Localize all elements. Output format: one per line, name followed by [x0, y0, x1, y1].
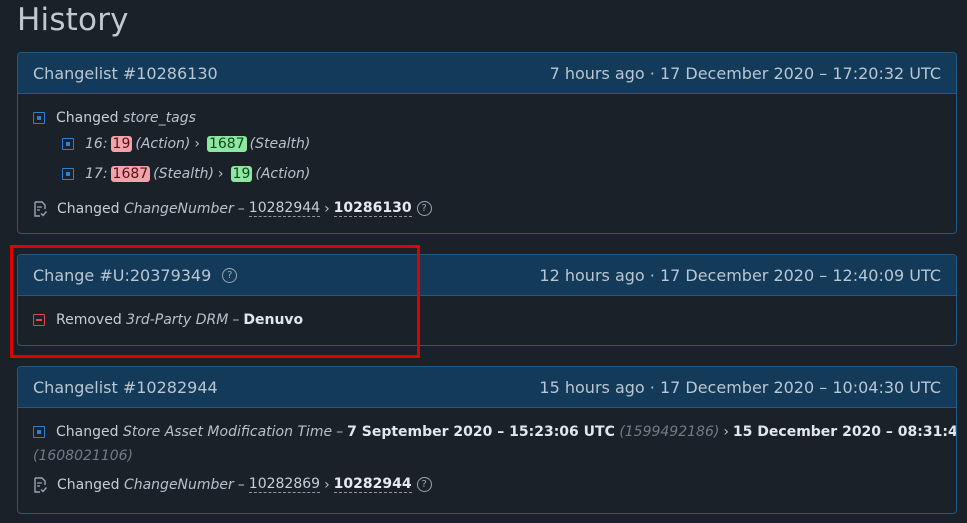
- change-subrow: 17: 1687 (Stealth) › 19 (Action): [62, 166, 310, 182]
- arrow-icon: ›: [217, 166, 224, 182]
- change-prefix: Changed: [56, 110, 119, 126]
- change-key: ChangeNumber: [123, 200, 234, 217]
- changelist-title-link[interactable]: Changelist #10286130: [33, 64, 218, 83]
- history-card-change-u-20379349: Change #U:20379349 ? 12 hours ago · 17 D…: [17, 254, 957, 346]
- card-header: Changelist #10282944 15 hours ago · 17 D…: [18, 367, 956, 408]
- dash: –: [237, 476, 245, 493]
- removed-icon: [33, 314, 45, 326]
- change-prefix: Removed: [56, 312, 122, 328]
- change-key: 3rd-Party DRM: [126, 312, 229, 328]
- tag-index: 16:: [85, 136, 108, 152]
- removed-row: Removed 3rd-Party DRM – Denuvo: [33, 312, 303, 328]
- changed-icon: [62, 138, 74, 150]
- old-tag-label: (Action): [135, 136, 191, 152]
- document-check-icon: [34, 200, 47, 217]
- new-changenumber-link[interactable]: 10286130: [333, 200, 412, 217]
- new-tag-badge: 1687: [206, 136, 247, 152]
- arrow-icon: ›: [324, 200, 330, 217]
- old-tag-label: (Stealth): [153, 166, 214, 182]
- old-tag-badge: 19: [110, 136, 133, 152]
- changed-icon: [33, 426, 45, 438]
- old-value: 7 September 2020 – 15:23:06 UTC: [347, 424, 615, 440]
- old-changenumber-link[interactable]: 10282869: [248, 476, 321, 493]
- card-header: Changelist #10286130 7 hours ago · 17 De…: [18, 53, 956, 94]
- changed-icon: [62, 168, 74, 180]
- change-prefix: Changed: [57, 476, 120, 493]
- change-row: Changed Store Asset Modification Time – …: [33, 424, 957, 440]
- new-tag-badge: 19: [230, 166, 253, 182]
- arrow-icon: ›: [194, 136, 200, 152]
- question-circle-icon[interactable]: ?: [416, 477, 432, 492]
- old-changenumber-link[interactable]: 10282944: [248, 200, 321, 217]
- change-key: Store Asset Modification Time: [122, 424, 333, 440]
- document-check-icon: [34, 476, 47, 493]
- question-circle-icon[interactable]: ?: [416, 201, 432, 216]
- new-tag-label: (Stealth): [249, 136, 311, 152]
- changenumber-row: Changed ChangeNumber – 10282869 › 102829…: [33, 476, 432, 493]
- dash: –: [237, 200, 245, 217]
- old-tag-badge: 1687: [110, 166, 151, 182]
- change-key: store_tags: [122, 110, 196, 126]
- tag-index: 17:: [85, 166, 108, 182]
- new-raw-value: (1608021106): [33, 448, 133, 464]
- card-body: Changed store_tags 16: 19 (Action) › 168…: [18, 94, 956, 233]
- new-tag-label: (Action): [255, 166, 311, 182]
- card-timestamp: 15 hours ago · 17 December 2020 – 10:04:…: [539, 377, 941, 397]
- old-raw-value: (1599492186): [619, 424, 720, 440]
- card-header: Change #U:20379349 ? 12 hours ago · 17 D…: [18, 255, 956, 296]
- change-title-link[interactable]: Change #U:20379349: [33, 266, 211, 285]
- change-subrow: 16: 19 (Action) › 1687 (Stealth): [62, 136, 310, 152]
- change-prefix: Changed: [57, 200, 120, 217]
- new-changenumber-link[interactable]: 10282944: [333, 476, 412, 493]
- card-body: Removed 3rd-Party DRM – Denuvo: [18, 296, 956, 345]
- dash: –: [336, 424, 344, 440]
- card-timestamp: 12 hours ago · 17 December 2020 – 12:40:…: [539, 265, 941, 285]
- card-timestamp: 7 hours ago · 17 December 2020 – 17:20:3…: [549, 63, 941, 83]
- removed-value: Denuvo: [243, 312, 304, 328]
- page-title: History: [17, 2, 129, 38]
- change-row-continuation: (1608021106): [33, 448, 133, 464]
- card-body: Changed Store Asset Modification Time – …: [18, 408, 957, 513]
- new-value: 15 December 2020 – 08:31:46 UTC: [732, 424, 957, 440]
- change-row: Changed store_tags: [33, 110, 196, 126]
- changenumber-row: Changed ChangeNumber – 10282944 › 102861…: [33, 200, 432, 217]
- changelist-title-link[interactable]: Changelist #10282944: [33, 378, 218, 397]
- dash: –: [232, 312, 240, 328]
- history-card-changelist-10286130: Changelist #10286130 7 hours ago · 17 De…: [17, 52, 957, 234]
- arrow-icon: ›: [324, 476, 330, 493]
- changed-icon: [33, 112, 45, 124]
- history-card-changelist-10282944: Changelist #10282944 15 hours ago · 17 D…: [17, 366, 957, 514]
- arrow-icon: ›: [723, 424, 729, 440]
- question-circle-icon[interactable]: ?: [222, 267, 238, 283]
- change-key: ChangeNumber: [123, 476, 234, 493]
- change-prefix: Changed: [56, 424, 119, 440]
